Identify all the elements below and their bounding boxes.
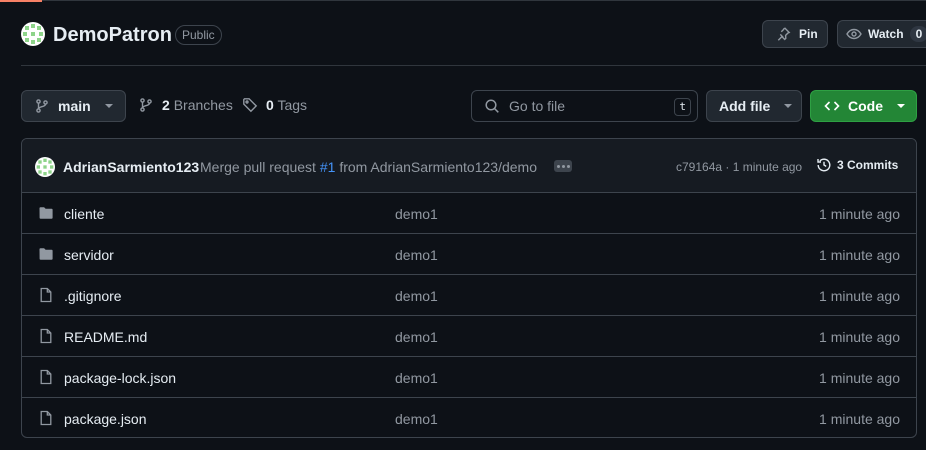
file-commit-time: 1 minute ago <box>819 370 900 386</box>
eye-icon <box>846 28 862 40</box>
commit-meta: c79164a · 1 minute ago <box>676 160 803 174</box>
pin-button[interactable]: Pin <box>762 20 828 48</box>
go-to-file-search[interactable]: t <box>471 90 698 122</box>
file-name[interactable]: .gitignore <box>64 288 122 304</box>
commit-time: 1 minute ago <box>732 160 803 174</box>
file-icon <box>40 410 52 426</box>
tag-icon <box>243 98 258 113</box>
file-commit-time: 1 minute ago <box>819 329 900 345</box>
file-icon <box>40 369 52 385</box>
file-commit-time: 1 minute ago <box>819 247 900 263</box>
file-commit-message[interactable]: demo1 <box>395 288 438 304</box>
file-commit-message[interactable]: demo1 <box>395 370 438 386</box>
file-name[interactable]: servidor <box>64 247 114 263</box>
chevron-down-icon <box>897 104 905 108</box>
folder-icon <box>39 248 53 260</box>
watch-label: Watch <box>868 27 904 41</box>
branch-name: main <box>58 98 91 114</box>
pin-label: Pin <box>799 27 818 41</box>
file-commit-time: 1 minute ago <box>819 288 900 304</box>
tags-link[interactable]: 0 Tags <box>242 97 307 113</box>
author-avatar[interactable] <box>35 157 55 177</box>
file-commit-message[interactable]: demo1 <box>395 411 438 427</box>
commit-author[interactable]: AdrianSarmiento123 <box>63 159 199 175</box>
visibility-badge: Public <box>175 25 222 45</box>
file-commit-message[interactable]: demo1 <box>395 247 438 263</box>
chevron-down-icon <box>784 104 793 108</box>
file-commit-time: 1 minute ago <box>819 206 900 222</box>
branch-selector[interactable]: main <box>21 90 126 122</box>
tags-label: Tags <box>277 97 308 113</box>
file-row-servidor[interactable]: servidor demo1 1 minute ago <box>22 234 916 275</box>
repo-header: DemoPatron Public Pin Watch 0 <box>21 20 926 50</box>
history-icon <box>817 158 831 172</box>
file-row-package-lock[interactable]: package-lock.json demo1 1 minute ago <box>22 357 916 398</box>
folder-icon <box>39 207 53 219</box>
file-row-readme[interactable]: README.md demo1 1 minute ago <box>22 316 916 357</box>
branches-label: Branches <box>173 97 233 113</box>
code-label: Code <box>848 98 883 114</box>
commits-history-link[interactable]: 3 Commits <box>816 157 898 173</box>
code-icon <box>824 101 840 111</box>
code-button[interactable]: Code <box>810 90 917 122</box>
file-icon <box>40 287 52 303</box>
repo-name[interactable]: DemoPatron <box>53 22 172 48</box>
branches-link[interactable]: 2 Branches <box>138 97 233 113</box>
header-divider <box>21 65 926 66</box>
file-commit-message[interactable]: demo1 <box>395 329 438 345</box>
latest-commit-row: AdrianSarmiento123 Merge pull request #1… <box>22 139 916 193</box>
commits-label: 3 Commits <box>837 158 899 172</box>
git-branch-icon <box>140 98 152 112</box>
add-file-label: Add file <box>719 98 771 114</box>
file-commit-time: 1 minute ago <box>819 411 900 427</box>
branches-count: 2 <box>162 97 170 113</box>
file-name[interactable]: package-lock.json <box>64 370 176 386</box>
commit-message-suffix: from AdrianSarmiento123/demo <box>339 159 537 175</box>
search-icon <box>485 99 499 113</box>
top-border <box>42 0 926 1</box>
watch-button[interactable]: Watch 0 <box>837 20 926 48</box>
file-icon <box>40 328 52 344</box>
search-input[interactable] <box>509 98 659 114</box>
file-commit-message[interactable]: demo1 <box>395 206 438 222</box>
file-row-cliente[interactable]: cliente demo1 1 minute ago <box>22 193 916 234</box>
repo-avatar[interactable] <box>21 22 45 46</box>
pin-icon <box>777 27 791 41</box>
pull-request-link[interactable]: #1 <box>320 159 336 175</box>
tab-underline <box>0 0 42 2</box>
file-row-package[interactable]: package.json demo1 1 minute ago <box>22 398 916 437</box>
git-branch-icon <box>36 99 48 113</box>
tags-count: 0 <box>266 97 274 113</box>
commit-hash[interactable]: c79164a <box>676 160 722 174</box>
chevron-down-icon <box>104 104 113 108</box>
file-name[interactable]: package.json <box>64 411 147 427</box>
file-row-gitignore[interactable]: .gitignore demo1 1 minute ago <box>22 275 916 316</box>
add-file-button[interactable]: Add file <box>706 90 802 122</box>
file-name[interactable]: cliente <box>64 206 104 222</box>
file-name[interactable]: README.md <box>64 329 147 345</box>
commit-message-prefix: Merge pull request <box>200 159 316 175</box>
watch-count: 0 <box>909 26 926 42</box>
expand-commit-button[interactable] <box>554 160 572 172</box>
commit-message[interactable]: Merge pull request #1 from AdrianSarmien… <box>200 159 537 175</box>
file-table: AdrianSarmiento123 Merge pull request #1… <box>21 138 917 438</box>
keyboard-shortcut-hint: t <box>674 98 691 116</box>
